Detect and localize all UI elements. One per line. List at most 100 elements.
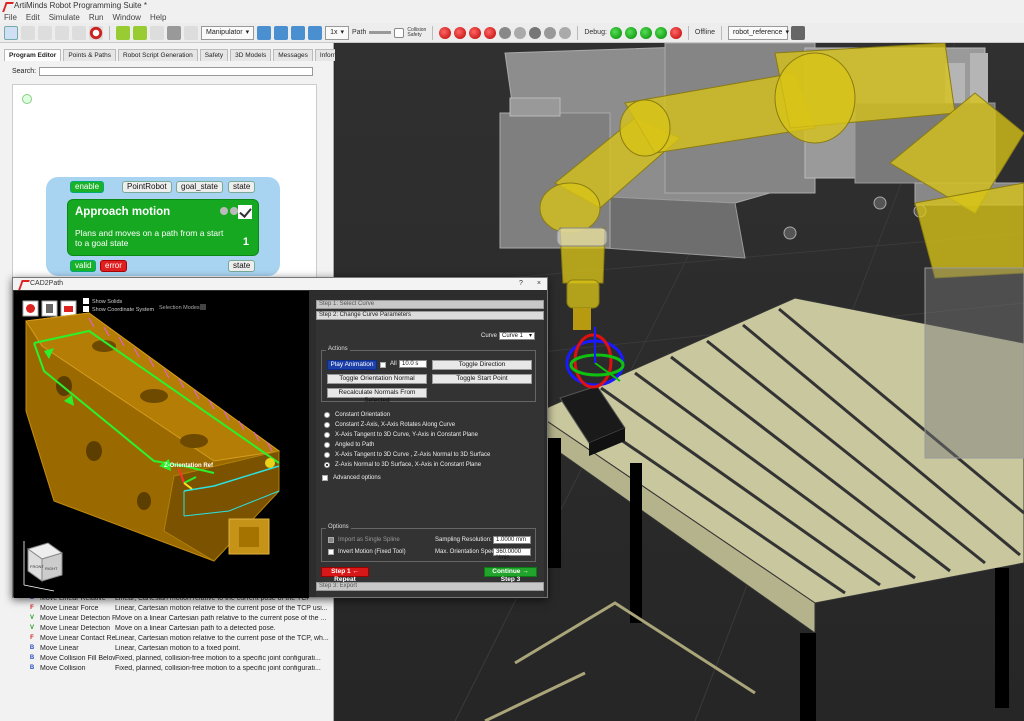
function-list-item[interactable]: B Move Collision Fill Below Fixed, planned…	[28, 653, 334, 663]
search-input[interactable]	[39, 67, 314, 76]
time-input[interactable]: 10.0 s	[399, 360, 427, 368]
gear-icon[interactable]	[499, 26, 512, 39]
toggle-start-button[interactable]: Toggle Start Point	[432, 374, 532, 384]
step1-bar[interactable]: Step 1: Select Curve	[316, 300, 544, 309]
select-tool-icon[interactable]	[4, 25, 18, 40]
record-alt-icon[interactable]	[484, 26, 497, 39]
panel-icon[interactable]	[791, 25, 806, 40]
tab-program-editor[interactable]: Program Editor	[4, 49, 62, 61]
debug-pause-icon[interactable]	[639, 26, 652, 39]
radio-option[interactable]: X-Axis Tangent to 3D Curve , Z-Axis Norm…	[324, 450, 490, 459]
debug-continue-icon[interactable]	[654, 26, 667, 39]
zoom-icon[interactable]	[184, 25, 198, 40]
menu-file[interactable]: File	[4, 12, 17, 23]
function-list-item[interactable]: V Move Linear Detection Move on a linear C…	[28, 623, 334, 633]
settings-icon[interactable]	[544, 26, 557, 39]
selection-modes-dropdown[interactable]	[200, 304, 206, 310]
point-robot-port[interactable]: PointRobot	[122, 181, 172, 193]
toggle-orientation-button[interactable]: Toggle Orientation Normal	[327, 374, 427, 384]
tab-robot-script[interactable]: Robot Script Generation	[117, 49, 198, 61]
enable-port[interactable]: enable	[70, 181, 105, 193]
robot-dropdown[interactable]: robot_reference ▾	[728, 25, 789, 40]
repeat-step1-button[interactable]: Step 1 ← Repeat	[321, 567, 369, 583]
path-slider[interactable]	[369, 31, 392, 34]
continue-step3-button[interactable]: Continue → Step 3	[484, 567, 537, 583]
tab-3d-models[interactable]: 3D Models	[230, 49, 272, 61]
menu-simulate[interactable]: Simulate	[49, 12, 80, 23]
radio-option[interactable]: X-Axis Tangent to 3D Curve, Y-Axis in Co…	[324, 430, 478, 439]
all-checkbox[interactable]	[380, 362, 386, 368]
debug-step-icon[interactable]	[624, 26, 637, 39]
radio-label: Z-Axis Normal to 3D Surface, X-Axis in C…	[335, 461, 482, 468]
show-solids-checkbox[interactable]	[83, 298, 89, 304]
collision-checkbox[interactable]	[394, 27, 405, 38]
stop-icon[interactable]	[454, 26, 467, 39]
debug-run-icon[interactable]	[609, 26, 622, 39]
move-tool-icon[interactable]	[21, 25, 35, 40]
arrow-left-icon[interactable]	[116, 25, 130, 40]
sampling-input[interactable]: 1.0000 mm	[493, 536, 531, 544]
valid-port[interactable]: valid	[70, 260, 97, 272]
import-spline-checkbox[interactable]	[328, 537, 334, 543]
menu-help[interactable]: Help	[150, 12, 166, 23]
invert-motion-checkbox[interactable]	[328, 549, 334, 555]
sampling-label: Sampling Resolution:	[435, 537, 492, 543]
mode-dropdown[interactable]: Manipulator ▾	[201, 25, 255, 40]
speed-dropdown[interactable]: 1x ▾	[325, 25, 350, 40]
point-tool-icon[interactable]	[72, 25, 86, 40]
actions-title: Actions	[326, 346, 350, 352]
state-port-bottom[interactable]: state	[228, 260, 256, 272]
curve-dropdown[interactable]: Curve 1 ▾	[499, 332, 535, 340]
step2-bar[interactable]: Step 2: Change Curve Parameters	[316, 311, 544, 320]
function-list-item[interactable]: F Move Linear Force Linear, Cartesian moti…	[28, 603, 334, 613]
play-animation-button[interactable]: Play Animation	[327, 360, 377, 370]
goal-state-port[interactable]: goal_state	[176, 181, 223, 193]
approach-motion-block[interactable]: Approach motion Plans and moves on a pat…	[67, 199, 259, 256]
radio-option[interactable]: Z-Axis Normal to 3D Surface, X-Axis in C…	[324, 460, 481, 469]
copy-icon[interactable]	[150, 25, 164, 40]
trash-icon[interactable]	[167, 25, 181, 40]
radio-label: X-Axis Tangent to 3D Curve, Y-Axis in Co…	[335, 431, 478, 438]
arrow-right-icon[interactable]	[133, 25, 147, 40]
refresh-icon[interactable]	[257, 25, 272, 40]
start-node-icon[interactable]	[22, 94, 32, 104]
robot-icon[interactable]	[514, 26, 527, 39]
box-tool-icon[interactable]	[55, 25, 69, 40]
radio-option[interactable]: Constant Z-Axis, X-Axis Rotates Along Cu…	[324, 420, 455, 429]
block-checkbox[interactable]	[238, 205, 252, 219]
rewind-icon[interactable]	[274, 25, 289, 40]
tab-points-paths[interactable]: Points & Paths	[63, 49, 116, 61]
menu-window[interactable]: Window	[113, 12, 141, 23]
show-coord-checkbox[interactable]	[83, 306, 89, 312]
toggle-direction-button[interactable]: Toggle Direction	[432, 360, 532, 370]
recalculate-button[interactable]: Recalculate Normals From Selected	[327, 388, 427, 404]
radio-option[interactable]: Angled to Path	[324, 440, 374, 449]
function-list-item[interactable]: B Move Collision Fixed, planned, collision…	[28, 663, 334, 673]
state-port-top[interactable]: state	[228, 181, 256, 193]
forward-icon[interactable]	[308, 25, 323, 40]
play-icon[interactable]	[291, 25, 306, 40]
step3-bar[interactable]: Step 3: Export	[316, 582, 544, 591]
tab-safety[interactable]: Safety	[199, 49, 229, 61]
help-button[interactable]: ?	[519, 278, 523, 290]
function-list-item[interactable]: V Move Linear Detection R... Move on a lin…	[28, 613, 334, 623]
config-icon[interactable]	[559, 26, 572, 39]
error-port[interactable]: error	[100, 260, 127, 272]
orient-speed-input[interactable]: 360.0000 °/min	[493, 548, 531, 561]
pause-icon[interactable]	[469, 26, 482, 39]
menu-run[interactable]: Run	[89, 12, 104, 23]
advanced-options[interactable]: Advanced options	[322, 473, 381, 482]
logo-tool-icon[interactable]	[89, 25, 103, 40]
tab-messages[interactable]: Messages	[273, 49, 313, 61]
cad-3d-view[interactable]: Show Solids Show Coordinate System Selec…	[14, 291, 309, 598]
radio-option[interactable]: Constant Orientation	[324, 410, 390, 419]
frame-tool-icon[interactable]	[38, 25, 52, 40]
menu-edit[interactable]: Edit	[26, 12, 40, 23]
tool-icon[interactable]	[529, 26, 542, 39]
close-button[interactable]: ×	[537, 278, 541, 290]
function-list-item[interactable]: F Move Linear Contact Reg...Linear, Carte…	[28, 633, 334, 643]
record-icon[interactable]	[439, 26, 452, 39]
function-list-item[interactable]: B Move Linear Linear, Cartesian motion to …	[28, 643, 334, 653]
ghost-column	[924, 267, 1024, 459]
debug-stop-icon[interactable]	[669, 26, 682, 39]
